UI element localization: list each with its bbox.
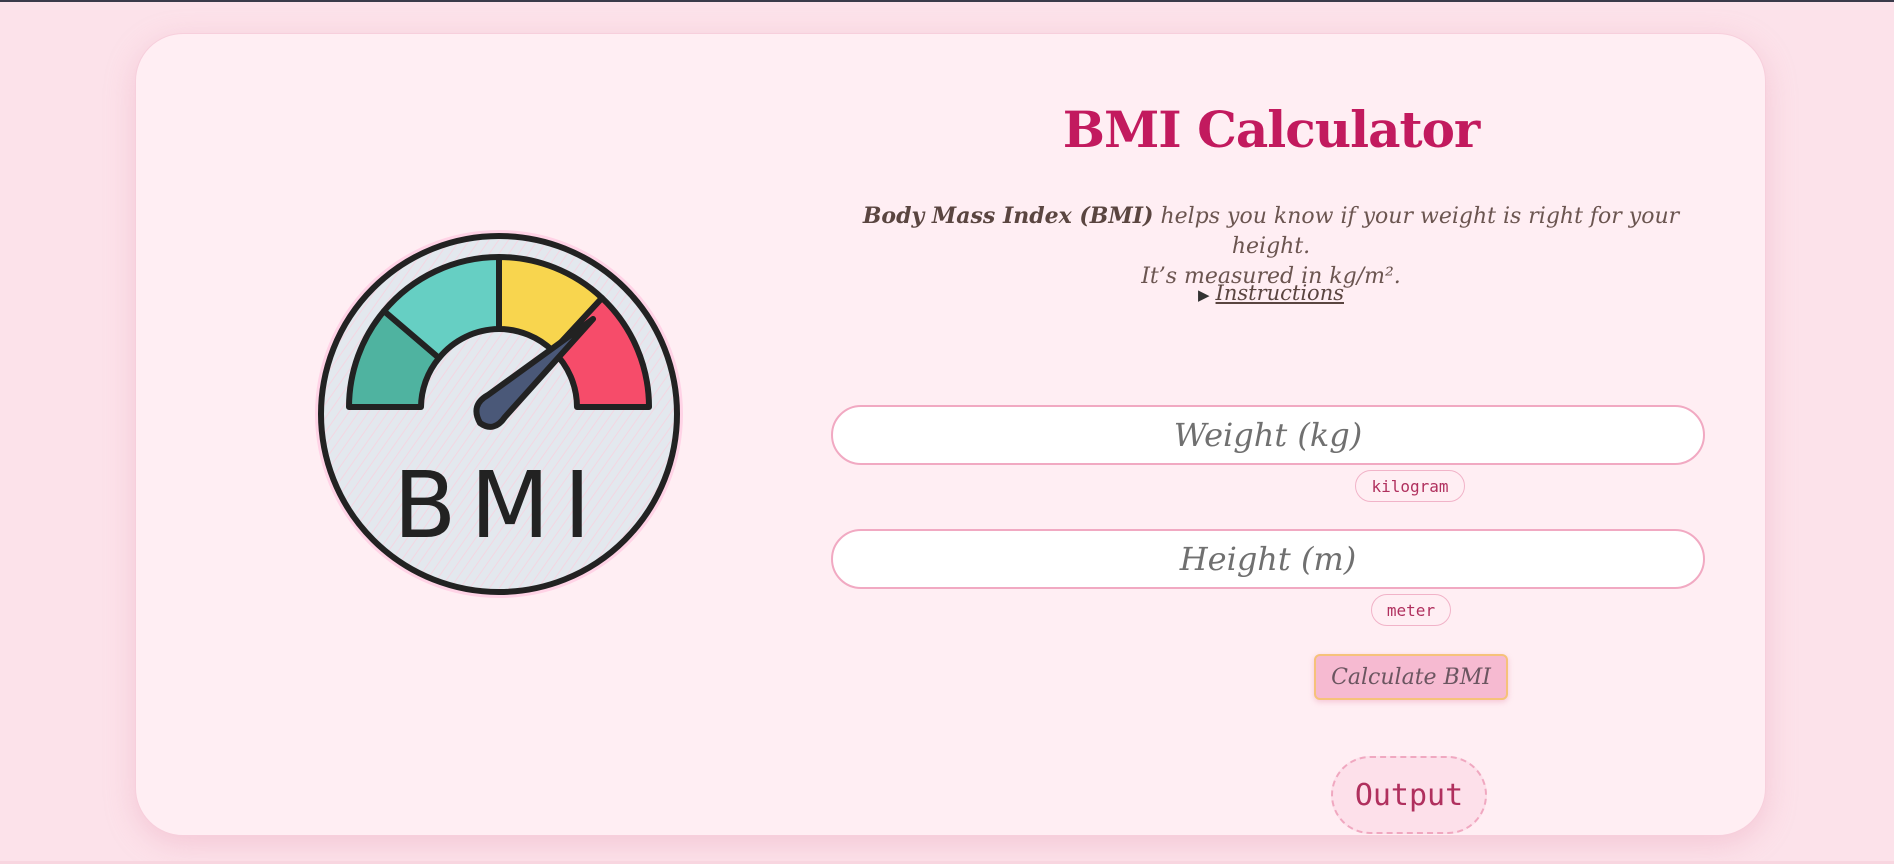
description-line1: helps you know if your weight is right f… xyxy=(1153,204,1680,259)
weight-placeholder: Weight (kg) xyxy=(1173,416,1363,454)
logo-bmi-text: BMI xyxy=(393,452,605,559)
bmi-gauge-logo: BMI xyxy=(312,227,686,601)
instructions-toggle[interactable]: ▶ Instructions xyxy=(831,281,1711,305)
page-title: BMI Calculator xyxy=(1062,100,1481,159)
disclosure-triangle-icon: ▶ xyxy=(1197,286,1210,304)
calculate-bmi-button[interactable]: Calculate BMI xyxy=(1314,654,1508,700)
description-bold-lead: Body Mass Index (BMI) xyxy=(862,203,1154,229)
bmi-description: Body Mass Index (BMI) helps you know if … xyxy=(831,201,1711,292)
height-input[interactable]: Height (m) xyxy=(831,529,1705,589)
height-placeholder: Height (m) xyxy=(1179,540,1357,578)
calculator-panel: BMI Calculator Body Mass Index (BMI) hel… xyxy=(831,34,1711,837)
instructions-label: Instructions xyxy=(1215,281,1344,305)
weight-unit-badge: kilogram xyxy=(1355,470,1465,502)
height-unit-badge: meter xyxy=(1371,594,1451,626)
top-border-line xyxy=(0,0,1894,2)
calculator-card: BMI BMI Calculator Body Mass Index (BMI)… xyxy=(135,33,1766,836)
output-display: Output xyxy=(1331,756,1487,834)
weight-input[interactable]: Weight (kg) xyxy=(831,405,1705,465)
